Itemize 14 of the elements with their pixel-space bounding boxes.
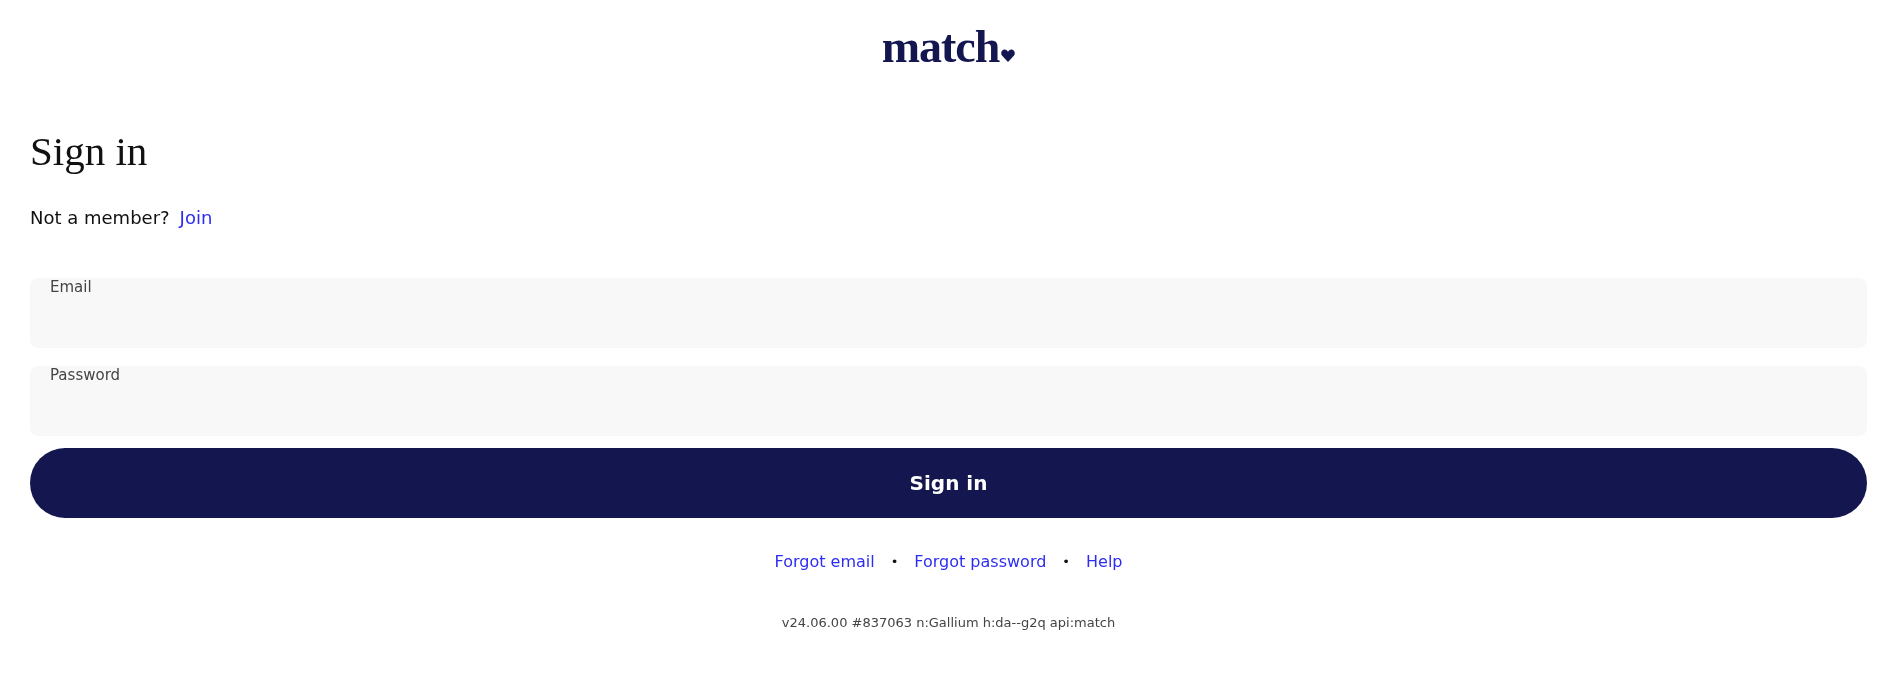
footer-link[interactable]: Forgot email: [774, 551, 875, 573]
separator-dot: •: [890, 553, 899, 571]
join-prompt: Not a member?: [30, 206, 170, 230]
logo-text: match: [881, 24, 1000, 70]
heart-icon: [1001, 49, 1016, 62]
footer-link[interactable]: Help: [1086, 551, 1123, 573]
page-heading: Sign in: [30, 127, 148, 176]
input-field[interactable]: Password: [30, 366, 1867, 436]
separator-dot: •: [1062, 553, 1070, 571]
sign-in-button[interactable]: Sign in: [30, 448, 1867, 518]
footer-link[interactable]: Forgot password: [914, 551, 1047, 573]
input-field[interactable]: Email: [30, 278, 1867, 348]
version-text: v24.06.00 #837063 n:Gallium h:da--g2q api:match: [781, 615, 1116, 630]
join-link[interactable]: Join: [179, 206, 213, 230]
